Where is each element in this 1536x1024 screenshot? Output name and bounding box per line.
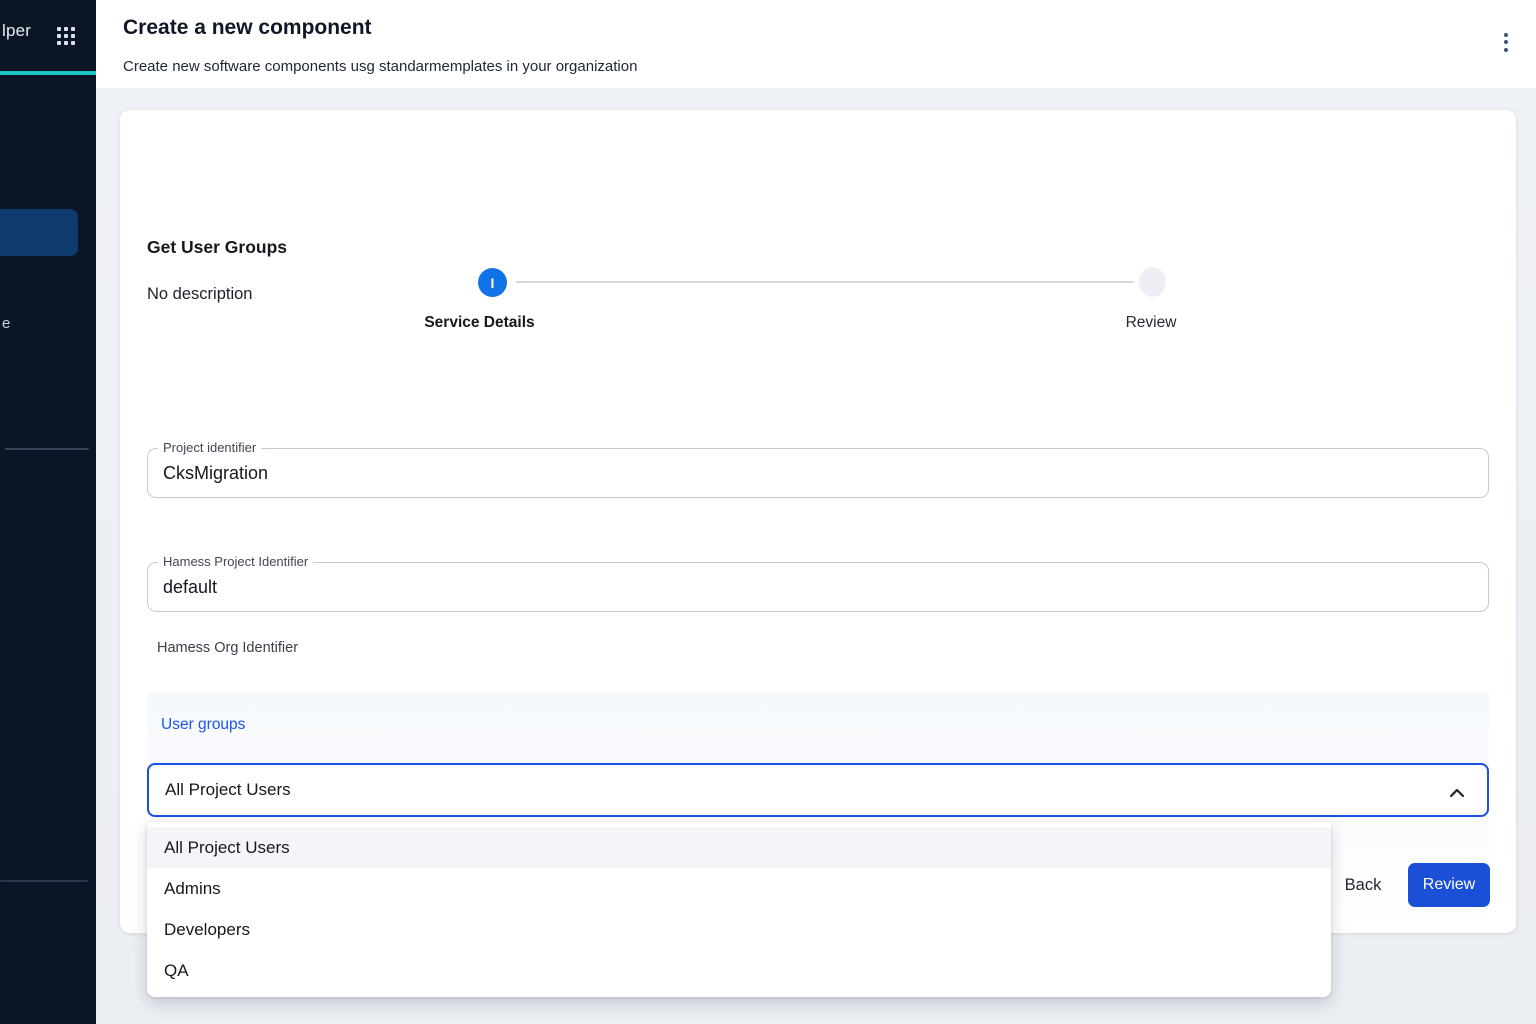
project-identifier-field: Project identifier [147,448,1489,498]
card-description: No description [147,285,252,304]
dropdown-option-admins[interactable]: Admins [147,868,1331,909]
page-title: Create a new component [123,16,372,40]
harness-project-identifier-field: Hamess Project Identifier [147,562,1489,612]
kebab-menu-icon[interactable] [1495,29,1517,55]
sidebar-divider [0,880,88,882]
dropdown-option-all-project-users[interactable]: All Project Users [147,827,1331,868]
component-form-card: Get User Groups No description I Service… [120,110,1516,933]
chevron-up-icon [1449,785,1465,795]
dropdown-option-developers[interactable]: Developers [147,909,1331,950]
page-subtitle: Create new software components usg stand… [123,58,637,75]
user-groups-label[interactable]: User groups [161,716,245,734]
review-button[interactable]: Review [1408,863,1490,907]
step-label-service-details: Service Details [407,314,552,332]
dropdown-option-qa[interactable]: QA [147,950,1331,991]
user-groups-dropdown-menu: All Project Users Admins Developers QA [147,822,1331,997]
project-identifier-input[interactable] [163,449,1463,497]
step-indicator-review[interactable] [1139,267,1166,297]
user-groups-select-value: All Project Users [165,780,291,800]
harness-project-identifier-input[interactable] [163,563,1463,611]
sidebar-accent-bar [0,71,96,75]
step-indicator-service-details[interactable]: I [478,268,507,297]
app-window: lper e Create a new component Create new… [0,0,1536,1024]
apps-grid-icon[interactable] [57,27,75,45]
sidebar: lper e [0,0,96,1024]
page-header: Create a new component Create new softwa… [96,0,1536,89]
app-name-fragment: lper [2,21,31,41]
back-button[interactable]: Back [1332,863,1394,907]
sidebar-item-selected[interactable] [0,209,78,256]
harness-org-identifier-label: Hamess Org Identifier [157,640,298,656]
card-title: Get User Groups [147,237,287,258]
sidebar-item-label-fragment: e [2,315,10,332]
sidebar-divider [5,448,89,450]
stepper-connector-line [516,281,1134,283]
step-label-review: Review [1101,314,1201,332]
user-groups-select[interactable]: All Project Users [147,763,1489,817]
apps-grid-icon-svg [57,27,75,45]
